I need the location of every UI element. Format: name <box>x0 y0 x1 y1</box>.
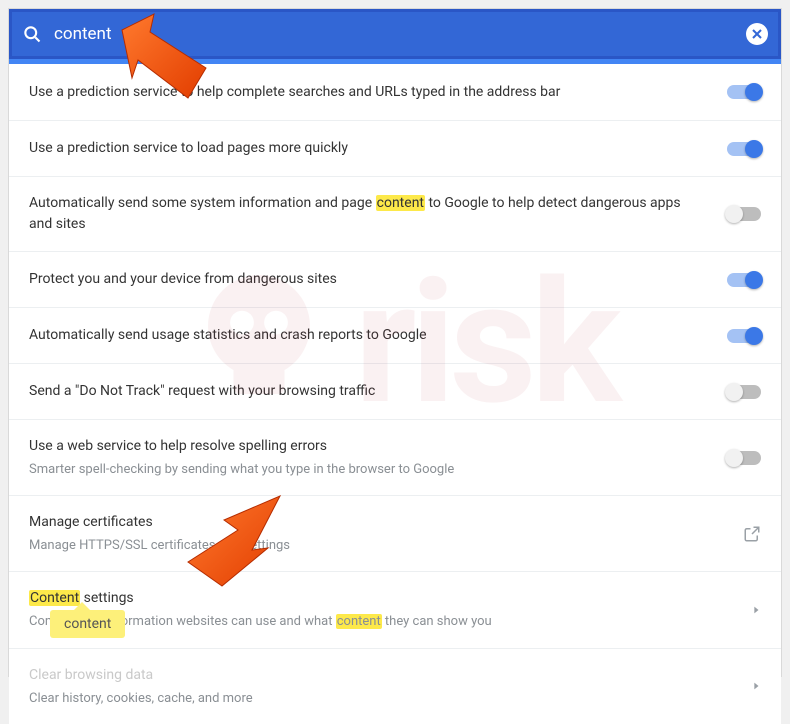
toggle-switch[interactable] <box>727 385 761 399</box>
toggle-switch[interactable] <box>727 207 761 221</box>
search-bar <box>9 9 781 59</box>
setting-title: Use a web service to help resolve spelli… <box>29 436 707 457</box>
search-icon <box>22 24 42 44</box>
settings-panel: Use a prediction service to help complet… <box>8 8 782 677</box>
setting-title: Automatically send usage statistics and … <box>29 325 707 346</box>
chevron-right-icon <box>751 603 761 617</box>
setting-do-not-track: Send a "Do Not Track" request with your … <box>9 363 781 419</box>
search-input[interactable] <box>54 24 734 44</box>
toggle-switch[interactable] <box>727 85 761 99</box>
toggle-switch[interactable] <box>727 451 761 465</box>
setting-clear-browsing-data[interactable]: Clear browsing data Clear history, cooki… <box>9 648 781 724</box>
setting-safe-browsing: Protect you and your device from dangero… <box>9 251 781 307</box>
setting-prediction-searches: Use a prediction service to help complet… <box>9 64 781 120</box>
setting-prediction-pages: Use a prediction service to load pages m… <box>9 120 781 176</box>
setting-title: Automatically send some system informati… <box>29 193 707 235</box>
setting-spelling-service: Use a web service to help resolve spelli… <box>9 419 781 495</box>
search-tooltip: content <box>50 610 125 638</box>
setting-subtitle: Clear history, cookies, cache, and more <box>29 690 731 708</box>
setting-title: Use a prediction service to load pages m… <box>29 138 707 159</box>
setting-title: Clear browsing data <box>29 665 731 686</box>
setting-subtitle: Smarter spell-checking by sending what y… <box>29 461 707 479</box>
setting-usage-stats: Automatically send usage statistics and … <box>9 307 781 363</box>
toggle-switch[interactable] <box>727 142 761 156</box>
setting-title: Manage certificates <box>29 512 723 533</box>
setting-title: Content settings <box>29 588 731 609</box>
setting-manage-certificates[interactable]: Manage certificates Manage HTTPS/SSL cer… <box>9 495 781 571</box>
setting-title: Protect you and your device from dangero… <box>29 269 707 290</box>
setting-send-system-info: Automatically send some system informati… <box>9 176 781 251</box>
setting-title: Use a prediction service to help complet… <box>29 82 707 103</box>
chevron-right-icon <box>751 679 761 693</box>
clear-search-button[interactable] <box>746 23 768 45</box>
toggle-switch[interactable] <box>727 273 761 287</box>
setting-subtitle: Manage HTTPS/SSL certificates and settin… <box>29 537 723 555</box>
setting-subtitle: Control what information websites can us… <box>29 613 731 631</box>
setting-content-settings[interactable]: Content settings Control what informatio… <box>9 571 781 647</box>
toggle-switch[interactable] <box>727 329 761 343</box>
setting-title: Send a "Do Not Track" request with your … <box>29 381 707 402</box>
open-external-icon <box>743 525 761 543</box>
